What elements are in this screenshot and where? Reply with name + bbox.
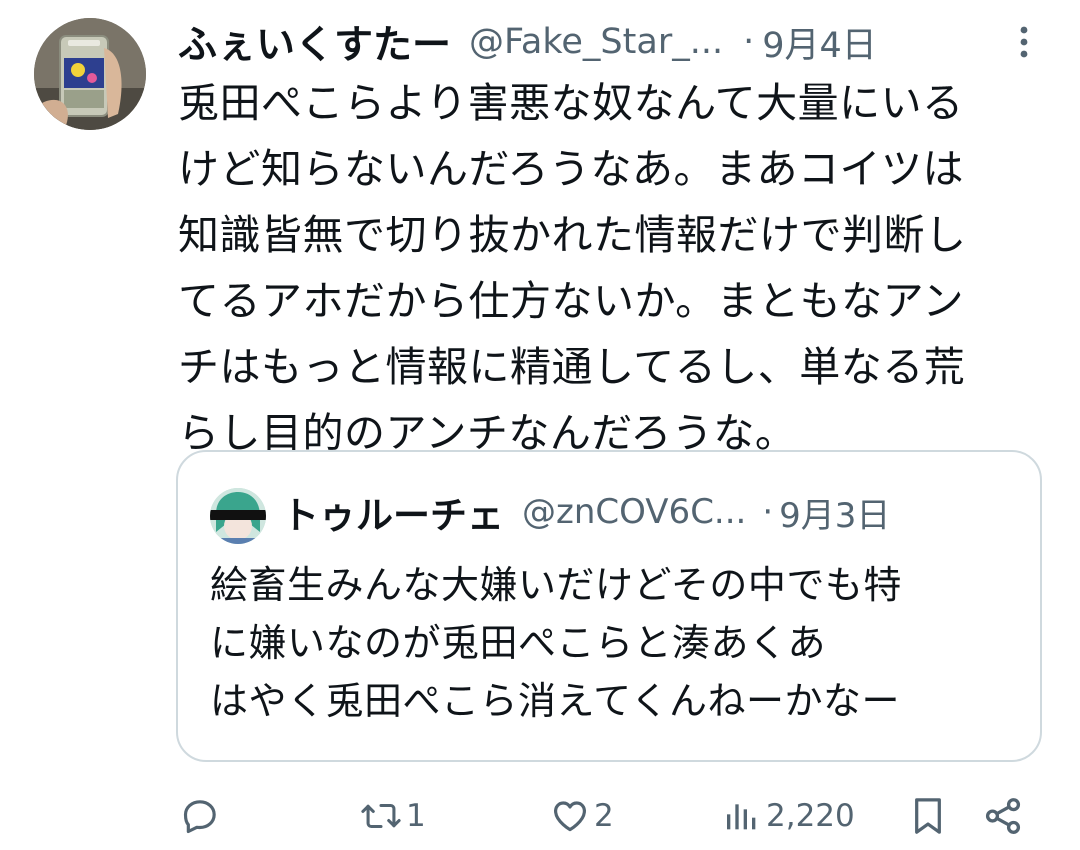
quoted-user-handle[interactable]: @znCOV6C... — [522, 492, 746, 532]
quoted-tweet[interactable]: トゥルーチェ @znCOV6C... · 9月3日 絵畜生みんな大嫌いだけどその… — [176, 450, 1042, 762]
quoted-text: 絵畜生みんな大嫌いだけどその中でも特 に嫌いなのが兎田ぺこらと湊あくあ はやく兎… — [210, 556, 1030, 730]
avatar[interactable] — [34, 18, 146, 130]
tweet-text: 兎田ぺこらより害悪な奴なんて大量にいる けど知らないんだろうなあ。まあコイツは … — [178, 70, 1038, 466]
views-count: 2,220 — [766, 798, 855, 834]
heart-icon — [554, 801, 586, 832]
quoted-avatar-image — [210, 488, 266, 544]
views-button[interactable]: 2,220 — [722, 786, 855, 846]
separator-dot: · — [743, 22, 755, 62]
quoted-text-line: はやく兎田ぺこら消えてくんねーかなー — [210, 679, 900, 723]
share-button[interactable] — [982, 786, 1024, 846]
quoted-display-name[interactable]: トゥルーチェ — [282, 485, 504, 539]
share-icon — [985, 798, 1021, 834]
like-count: 2 — [594, 798, 614, 834]
tweet-text-line: てるアホだから仕方ないか。まともなアン — [178, 277, 965, 325]
tweet-text-line: 兎田ぺこらより害悪な奴なんて大量にいる — [178, 79, 964, 127]
reply-button[interactable] — [180, 786, 224, 846]
retweet-button[interactable]: 1 — [360, 786, 426, 846]
bookmark-button[interactable] — [908, 786, 948, 846]
avatar-image — [34, 18, 146, 130]
tweet-date[interactable]: 9月4日 — [762, 17, 877, 68]
tweet-header: ふぇいくすたー @Fake_Star_... · 9月4日 — [178, 14, 1058, 70]
user-handle[interactable]: @Fake_Star_... — [469, 22, 723, 62]
retweet-count: 1 — [406, 798, 426, 834]
tweet-text-line: 知識皆無で切り抜かれた情報だけで判断し — [178, 211, 967, 259]
tweet-text-line: けど知らないんだろうなあ。まあコイツは — [178, 145, 965, 193]
quoted-date[interactable]: 9月3日 — [779, 488, 890, 537]
more-vertical-icon[interactable] — [1012, 20, 1036, 64]
like-button[interactable]: 2 — [550, 786, 614, 846]
action-bar: 1 2 2,220 — [0, 786, 1080, 846]
reply-icon — [183, 800, 216, 834]
quoted-avatar[interactable] — [210, 488, 266, 544]
quoted-text-line: 絵畜生みんな大嫌いだけどその中でも特 — [210, 563, 902, 607]
tweet-text-line: チはもっと情報に精通してるし、単なる荒 — [178, 343, 966, 391]
quoted-separator-dot: · — [762, 492, 774, 532]
quoted-header: トゥルーチェ @znCOV6C... · 9月3日 — [282, 484, 890, 540]
tweet-card[interactable]: ふぇいくすたー @Fake_Star_... · 9月4日 兎田ぺこらより害悪な… — [0, 0, 1080, 850]
analytics-icon — [727, 804, 756, 830]
display-name[interactable]: ふぇいくすたー — [178, 14, 451, 70]
retweet-icon — [361, 803, 401, 829]
bookmark-icon — [915, 798, 941, 834]
quoted-text-line: に嫌いなのが兎田ぺこらと湊あくあ — [210, 621, 827, 665]
